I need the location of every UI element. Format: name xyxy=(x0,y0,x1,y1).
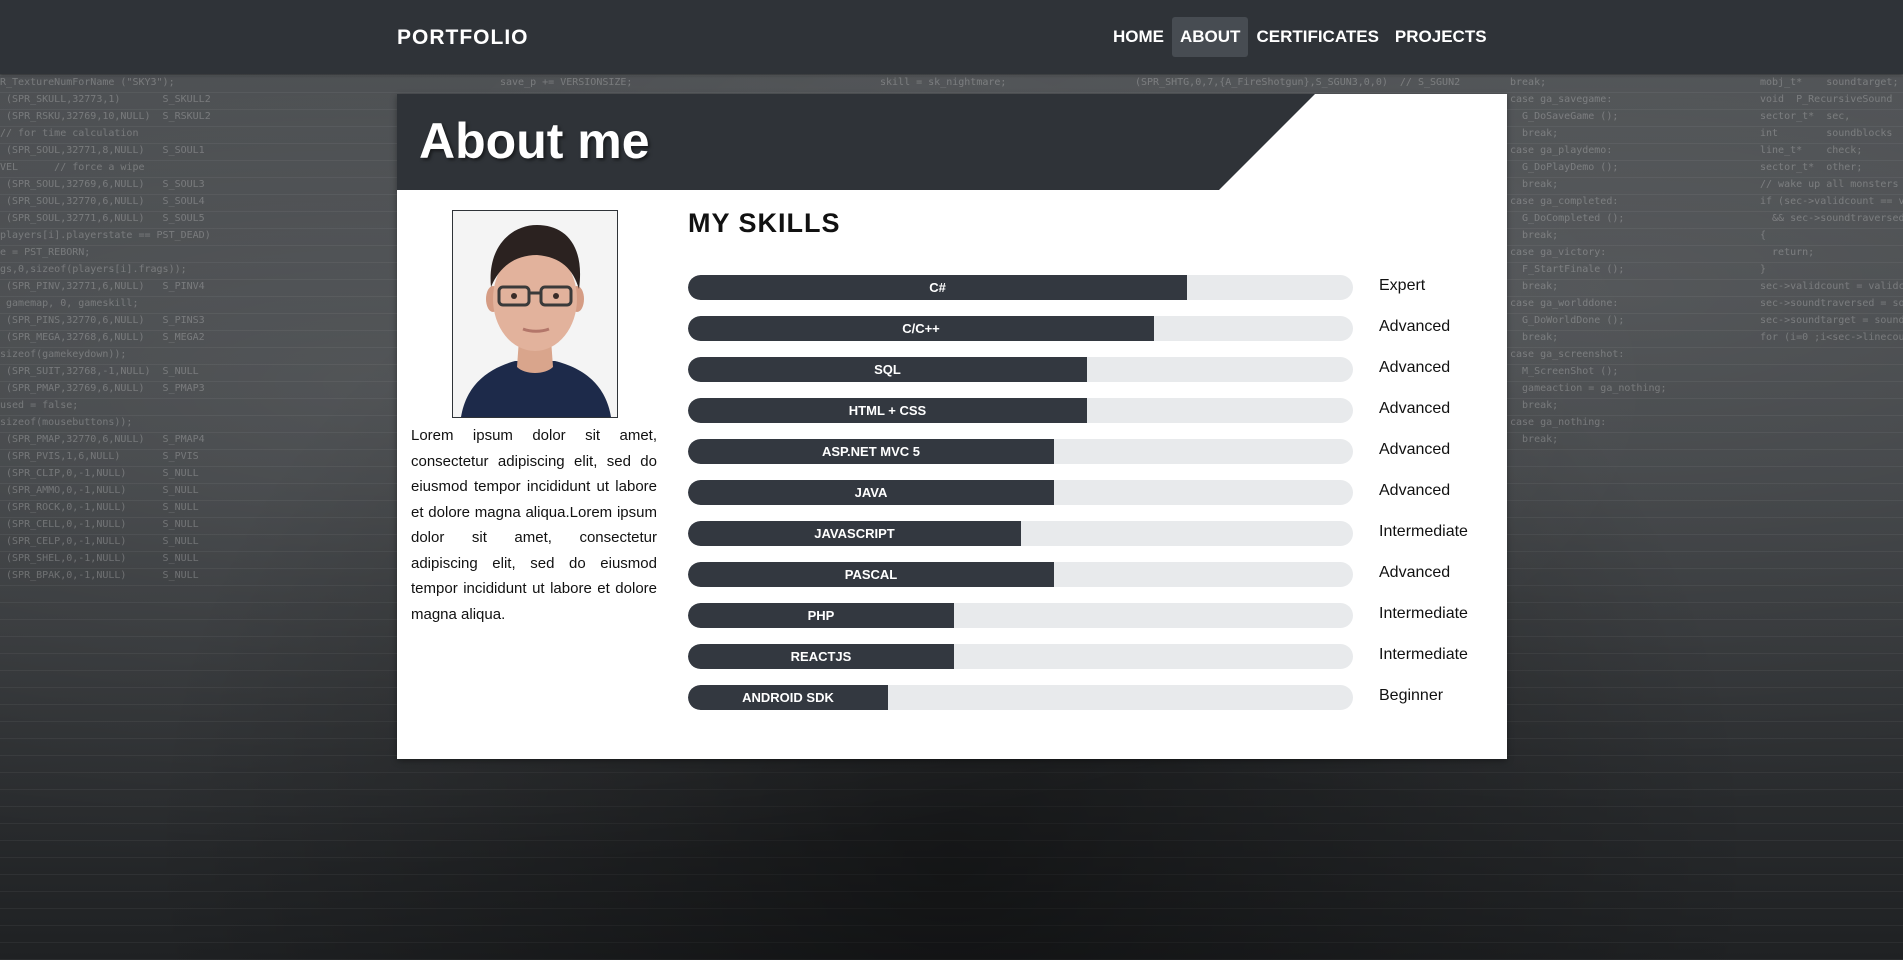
nav-projects[interactable]: PROJECTS xyxy=(1387,17,1495,57)
skill-level: Advanced xyxy=(1379,318,1451,335)
skill-level: Intermediate xyxy=(1379,605,1468,622)
skill-bar-track: SQL xyxy=(688,357,1353,382)
skill-level: Intermediate xyxy=(1379,646,1468,663)
skill-row: SQL Advanced xyxy=(688,357,1488,398)
skill-bar-track: JAVA xyxy=(688,480,1353,505)
skill-row: ANDROID SDK Beginner xyxy=(688,685,1488,726)
skill-level: Intermediate xyxy=(1379,523,1468,540)
skill-row: HTML + CSS Advanced xyxy=(688,398,1488,439)
skills-title: MY SKILLS xyxy=(688,208,841,238)
card-header: About me xyxy=(397,94,1507,190)
skills-list: C# Expert C/C++ Advanced SQL Advanced HTML + C… xyxy=(688,275,1488,726)
skill-row: JAVASCRIPT Intermediate xyxy=(688,521,1488,562)
skill-level: Advanced xyxy=(1379,400,1451,417)
skill-bar-track: JAVASCRIPT xyxy=(688,521,1353,546)
profile-photo xyxy=(452,210,618,418)
skill-level: Expert xyxy=(1379,277,1426,294)
skill-bar-track: C# xyxy=(688,275,1353,300)
brand-logo[interactable]: PORTFOLIO xyxy=(397,26,529,50)
about-bio-text: Lorem ipsum dolor sit amet, consectetur … xyxy=(411,427,657,623)
skill-row: ASP.NET MVC 5 Advanced xyxy=(688,439,1488,480)
nav-certificates[interactable]: CERTIFICATES xyxy=(1248,17,1386,57)
skill-bar-track: REACTJS xyxy=(688,644,1353,669)
skill-level: Beginner xyxy=(1379,687,1444,704)
skill-bar-track: PASCAL xyxy=(688,562,1353,587)
skill-bar-track: HTML + CSS xyxy=(688,398,1353,423)
skill-bar-track: ASP.NET MVC 5 xyxy=(688,439,1353,464)
skill-row: PASCAL Advanced xyxy=(688,562,1488,603)
main-nav: HOME ABOUT CERTIFICATES PROJECTS xyxy=(1105,17,1495,57)
skill-row: REACTJS Intermediate xyxy=(688,644,1488,685)
skill-name: C# xyxy=(929,280,946,295)
skill-name: REACTJS xyxy=(790,649,852,664)
skill-name: ASP.NET MVC 5 xyxy=(821,444,920,459)
skill-row: PHP Intermediate xyxy=(688,603,1488,644)
skill-row: C/C++ Advanced xyxy=(688,316,1488,357)
nav-about[interactable]: ABOUT xyxy=(1172,17,1249,57)
skill-name: PHP xyxy=(807,608,835,623)
skill-row: C# Expert xyxy=(688,275,1488,316)
nav-home[interactable]: HOME xyxy=(1105,17,1172,57)
page-title: About me xyxy=(419,113,650,169)
skill-level: Advanced xyxy=(1379,482,1451,499)
skill-name: PASCAL xyxy=(844,567,898,582)
skill-name: C/C++ xyxy=(902,321,940,336)
skill-level: Advanced xyxy=(1379,441,1451,458)
skill-name: JAVASCRIPT xyxy=(814,526,895,541)
profile-photo-image xyxy=(453,211,617,417)
skill-bar-track: PHP xyxy=(688,603,1353,628)
skill-level: Advanced xyxy=(1379,564,1451,581)
skill-row: JAVA Advanced xyxy=(688,480,1488,521)
skill-level: Advanced xyxy=(1379,359,1451,376)
skill-name: SQL xyxy=(874,362,901,377)
about-card: About me Lorem ipsum dolor sit amet, con… xyxy=(397,94,1507,759)
skill-bar-track: ANDROID SDK xyxy=(688,685,1353,710)
skill-bar-track: C/C++ xyxy=(688,316,1353,341)
skill-name: ANDROID SDK xyxy=(742,690,834,705)
top-navbar: PORTFOLIO HOME ABOUT CERTIFICATES PROJEC… xyxy=(0,0,1903,74)
skill-name: JAVA xyxy=(854,485,888,500)
skill-name: HTML + CSS xyxy=(848,403,927,418)
